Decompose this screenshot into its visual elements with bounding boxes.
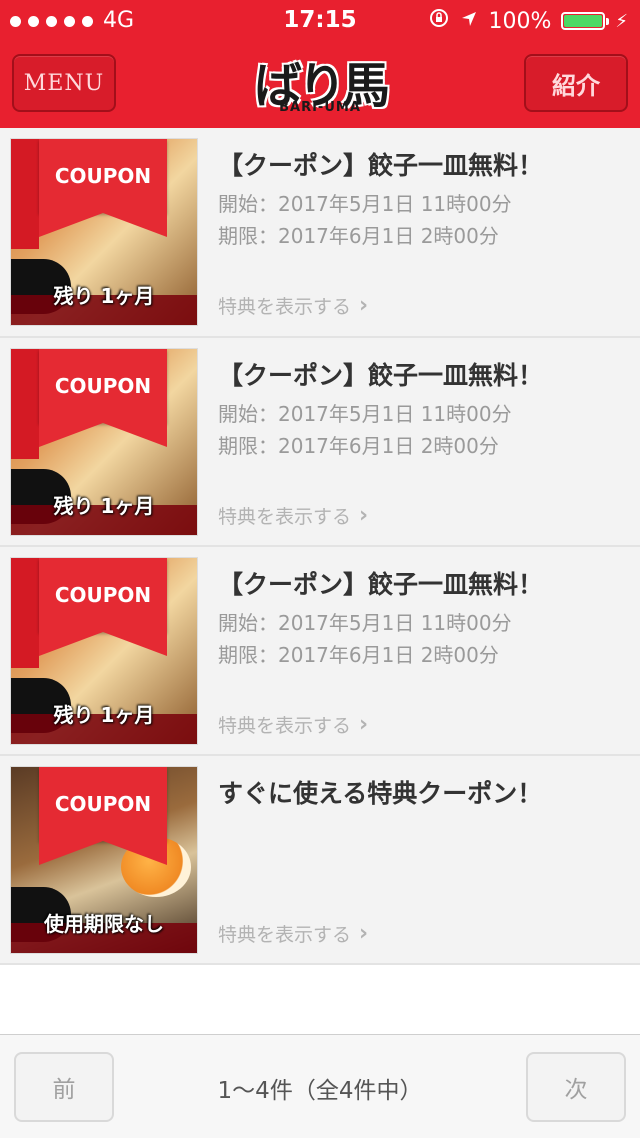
show-benefit-label: 特典を表示する <box>218 506 352 528</box>
coupon-end: 期限：2017年6月1日 2時00分 <box>218 643 499 667</box>
coupon-title: 【クーポン】餃子一皿無料！ <box>218 361 544 390</box>
chevron-right-icon: › <box>359 921 369 946</box>
show-benefit-label: 特典を表示する <box>218 296 352 318</box>
coupon-remaining: 残り 1ヶ月 <box>53 703 155 727</box>
coupon-start: 開始：2017年5月1日 11時00分 <box>218 402 512 426</box>
status-right: 100% ⚡ <box>428 7 628 35</box>
menu-button[interactable]: MENU <box>12 54 116 112</box>
coupon-title: 【クーポン】餃子一皿無料！ <box>218 151 544 180</box>
coupon-title: 【クーポン】餃子一皿無料！ <box>218 570 544 599</box>
coupon-row[interactable]: COUPON 残り 1ヶ月 【クーポン】餃子一皿無料！ 開始：2017年5月1日… <box>0 128 640 338</box>
chevron-right-icon: › <box>359 503 369 528</box>
charging-bolt-icon: ⚡ <box>615 10 628 32</box>
coupon-end: 期限：2017年6月1日 2時00分 <box>218 434 499 458</box>
coupon-row[interactable]: COUPON 使用期限なし すぐに使える特典クーポン！ 特典を表示する › <box>0 756 640 965</box>
next-page-button[interactable]: 次 <box>526 1052 626 1122</box>
pagination-bar: 前 1〜4件（全4件中） 次 <box>0 1034 640 1138</box>
coupon-list: COUPON 残り 1ヶ月 【クーポン】餃子一皿無料！ 開始：2017年5月1日… <box>0 128 640 965</box>
coupon-remaining: 残り 1ヶ月 <box>53 284 155 308</box>
coupon-row[interactable]: COUPON 残り 1ヶ月 【クーポン】餃子一皿無料！ 開始：2017年5月1日… <box>0 338 640 547</box>
coupon-title: すぐに使える特典クーポン！ <box>218 779 543 808</box>
coupon-end: 期限：2017年6月1日 2時00分 <box>218 224 499 248</box>
coupon-ribbon: COUPON <box>39 349 167 447</box>
coupon-validity: 使用期限なし <box>44 912 164 936</box>
coupon-ribbon: COUPON <box>39 558 167 656</box>
show-benefit-link[interactable]: 特典を表示する › <box>218 502 368 529</box>
coupon-row[interactable]: COUPON 残り 1ヶ月 【クーポン】餃子一皿無料！ 開始：2017年5月1日… <box>0 547 640 756</box>
coupon-start: 開始：2017年5月1日 11時00分 <box>218 192 512 216</box>
brand-logo[interactable]: ばり馬 BARI-UMA <box>250 46 390 126</box>
coupon-thumbnail[interactable]: COUPON 残り 1ヶ月 <box>10 138 198 326</box>
orientation-lock-icon <box>428 7 450 35</box>
coupon-thumbnail[interactable]: COUPON 残り 1ヶ月 <box>10 348 198 536</box>
intro-button[interactable]: 紹介 <box>524 54 628 112</box>
coupon-ribbon: COUPON <box>39 139 167 237</box>
coupon-remaining: 残り 1ヶ月 <box>53 494 155 518</box>
status-bar: 4G 17:15 100% ⚡ <box>0 0 640 40</box>
show-benefit-link[interactable]: 特典を表示する › <box>218 292 368 319</box>
logo-subtext: BARI-UMA <box>279 100 361 115</box>
location-arrow-icon <box>460 9 478 34</box>
coupon-start: 開始：2017年5月1日 11時00分 <box>218 611 512 635</box>
coupon-thumbnail[interactable]: COUPON 残り 1ヶ月 <box>10 557 198 745</box>
show-benefit-link[interactable]: 特典を表示する › <box>218 711 368 738</box>
coupon-thumbnail[interactable]: COUPON 使用期限なし <box>10 766 198 954</box>
coupon-ribbon: COUPON <box>39 767 167 865</box>
app-header: MENU ばり馬 BARI-UMA 紹介 <box>0 40 640 128</box>
show-benefit-label: 特典を表示する <box>218 715 352 737</box>
show-benefit-link[interactable]: 特典を表示する › <box>218 920 368 947</box>
chevron-right-icon: › <box>359 293 369 318</box>
battery-icon <box>561 12 610 30</box>
chevron-right-icon: › <box>359 712 369 737</box>
battery-percent: 100% <box>488 8 552 34</box>
show-benefit-label: 特典を表示する <box>218 924 352 946</box>
